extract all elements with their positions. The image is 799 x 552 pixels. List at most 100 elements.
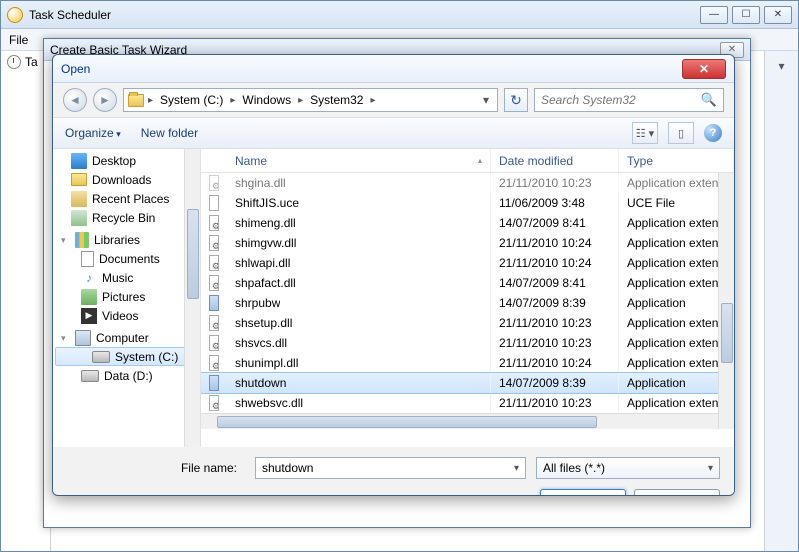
file-date: 21/11/2010 10:24 [499,256,592,270]
file-date: 21/11/2010 10:23 [499,316,592,330]
file-row[interactable]: ShiftJIS.uce11/06/2009 3:48UCE File [201,193,734,213]
breadcrumb-windows[interactable]: Windows [239,93,294,107]
tree-desktop[interactable]: Desktop [53,151,200,170]
chevron-right-icon: ▸ [368,95,377,106]
file-name: shsvcs.dll [235,336,287,350]
file-row[interactable]: shsvcs.dll21/11/2010 10:23Application ex… [201,333,734,353]
tree-recent[interactable]: Recent Places [53,189,200,208]
file-icon [209,195,219,211]
file-type: Application [627,376,686,390]
file-type: Application exten [627,276,718,290]
tree-system-c[interactable]: System (C:) [55,347,198,366]
file-row[interactable]: shunimpl.dll21/11/2010 10:24Application … [201,353,734,373]
recent-icon [71,191,87,207]
tree-music[interactable]: ♪Music [53,268,200,287]
tree-computer[interactable]: ▾Computer [53,325,200,347]
filename-label: File name: [67,461,245,475]
file-icon [209,355,219,371]
dialog-bottom: File name: ▾ All files (*.*) ▾ Open▾ Can… [53,447,734,496]
maximize-button[interactable]: ☐ [732,6,760,24]
menu-file[interactable]: File [9,33,28,47]
breadcrumb-system-c[interactable]: System (C:) [157,93,226,107]
open-close-button[interactable]: ✕ [682,59,726,79]
search-icon: 🔍 [701,92,717,108]
tree-documents[interactable]: Documents [53,249,200,268]
address-bar[interactable]: ▸ System (C:) ▸ Windows ▸ System32 ▸ ▾ [123,88,498,112]
file-row[interactable]: shlwapi.dll21/11/2010 10:24Application e… [201,253,734,273]
file-date: 14/07/2009 8:41 [499,276,586,290]
preview-pane-button[interactable]: ▯ [668,122,694,144]
filter-dropdown[interactable]: ▾ [708,463,713,474]
column-headers: Name Date modified Type [201,149,734,173]
col-name[interactable]: Name [227,149,491,172]
filename-input[interactable] [262,461,514,475]
col-icon[interactable] [201,149,227,172]
breadcrumb-system32[interactable]: System32 [307,93,366,107]
file-icon [209,235,219,251]
file-name: shimeng.dll [235,216,296,230]
tree-data-d[interactable]: Data (D:) [53,366,200,385]
search-input[interactable] [541,93,701,107]
close-button[interactable]: ✕ [764,6,792,24]
list-vscrollbar[interactable] [718,173,734,429]
col-type[interactable]: Type [619,149,734,172]
tree-videos[interactable]: ▶Videos [53,306,200,325]
file-date: 21/11/2010 10:24 [499,356,592,370]
cancel-button[interactable]: Cancel [634,489,720,496]
chevron-right-icon: ▸ [146,95,155,106]
new-folder-button[interactable]: New folder [141,126,198,140]
file-row[interactable]: shrpubw14/07/2009 8:39Application [201,293,734,313]
clock-icon [7,7,23,23]
nav-back-button[interactable]: ◄ [63,88,87,112]
col-date[interactable]: Date modified [491,149,619,172]
file-date: 21/11/2010 10:23 [499,396,592,410]
filename-combo[interactable]: ▾ [255,457,526,479]
tree-downloads[interactable]: Downloads [53,170,200,189]
filename-dropdown[interactable]: ▾ [514,463,519,474]
libraries-icon [75,232,89,248]
collapse-icon[interactable]: ▾ [61,235,70,246]
file-name: shunimpl.dll [235,356,298,370]
scrollbar-thumb[interactable] [217,416,597,428]
open-button[interactable]: Open▾ [540,489,626,496]
minimize-button[interactable]: — [700,6,728,24]
file-row[interactable]: shimgvw.dll21/11/2010 10:24Application e… [201,233,734,253]
music-icon: ♪ [81,270,97,286]
scrollbar-thumb[interactable] [187,209,199,299]
desktop-icon [71,153,87,169]
nav-forward-button[interactable]: ► [93,88,117,112]
file-row[interactable]: shgina.dll21/11/2010 10:23Application ex… [201,173,734,193]
search-box[interactable]: 🔍 [534,88,724,112]
toolbar: Organize New folder ☷ ▾ ▯ ? [53,117,734,149]
file-icon [209,275,219,291]
file-icon [209,215,219,231]
chevron-down-icon[interactable]: ▾ [778,59,784,551]
tree-scrollbar[interactable] [184,149,200,447]
videos-icon: ▶ [81,308,97,324]
file-row[interactable]: shpafact.dll14/07/2009 8:41Application e… [201,273,734,293]
view-options-button[interactable]: ☷ ▾ [632,122,658,144]
scrollbar-thumb[interactable] [721,303,733,363]
file-filter-combo[interactable]: All files (*.*) ▾ [536,457,720,479]
file-name: shrpubw [235,296,280,310]
tree-libraries[interactable]: ▾Libraries [53,227,200,249]
help-button[interactable]: ? [704,124,722,142]
list-hscrollbar[interactable] [201,413,718,429]
file-row[interactable]: shutdown14/07/2009 8:39Application [201,373,734,393]
organize-menu[interactable]: Organize [65,126,121,140]
folder-icon [128,94,144,107]
address-dropdown[interactable]: ▾ [479,93,493,107]
file-type: Application exten [627,236,718,250]
file-name: shwebsvc.dll [235,396,303,410]
refresh-button[interactable]: ↻ [504,88,528,112]
folder-icon [71,173,87,186]
tree-recycle[interactable]: Recycle Bin [53,208,200,227]
tree-pictures[interactable]: Pictures [53,287,200,306]
file-row[interactable]: shimeng.dll14/07/2009 8:41Application ex… [201,213,734,233]
drive-icon [81,370,99,382]
file-name: shlwapi.dll [235,256,290,270]
chevron-right-icon: ▸ [296,95,305,106]
file-row[interactable]: shwebsvc.dll21/11/2010 10:23Application … [201,393,734,413]
collapse-icon[interactable]: ▾ [61,333,70,344]
file-row[interactable]: shsetup.dll21/11/2010 10:23Application e… [201,313,734,333]
